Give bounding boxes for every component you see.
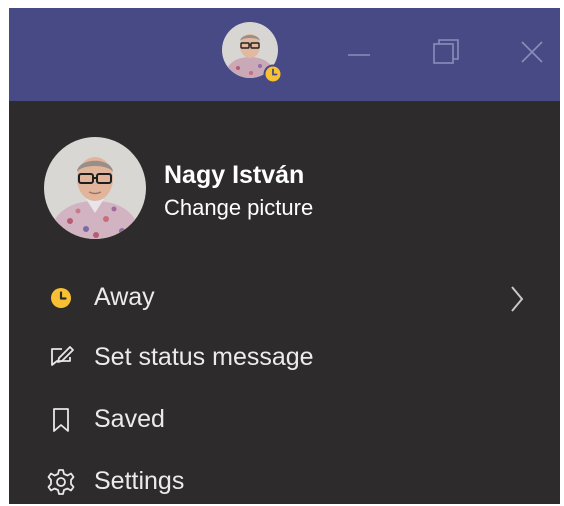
gear-icon [47, 468, 75, 496]
profile-picture[interactable] [44, 137, 146, 239]
away-status-badge-icon [263, 64, 283, 84]
chevron-right-icon [507, 284, 527, 314]
change-picture-link[interactable]: Change picture [164, 194, 313, 222]
menu-item-settings[interactable]: Settings [39, 458, 539, 504]
close-icon [521, 41, 543, 63]
restore-icon [433, 39, 459, 64]
profile-name: Nagy István [164, 161, 305, 189]
close-button[interactable] [514, 34, 550, 70]
minimize-icon [348, 54, 370, 56]
clock-status-icon [47, 284, 75, 312]
restore-button[interactable] [428, 34, 464, 70]
menu-item-saved[interactable]: Saved [39, 396, 539, 442]
teams-window: Nagy István Change picture Away Set stat… [9, 8, 560, 504]
menu-item-away[interactable]: Away [39, 274, 539, 320]
minimize-button[interactable] [341, 34, 377, 70]
user-avatar-photo-icon [44, 137, 146, 239]
menu-item-label: Saved [94, 405, 165, 433]
edit-message-icon [47, 344, 75, 372]
menu-item-label: Settings [94, 467, 185, 495]
title-bar [9, 8, 560, 101]
bookmark-icon [47, 406, 75, 434]
menu-item-label: Away [94, 283, 155, 311]
menu-item-set-status-message[interactable]: Set status message [39, 334, 539, 380]
menu-item-label: Set status message [94, 343, 314, 371]
